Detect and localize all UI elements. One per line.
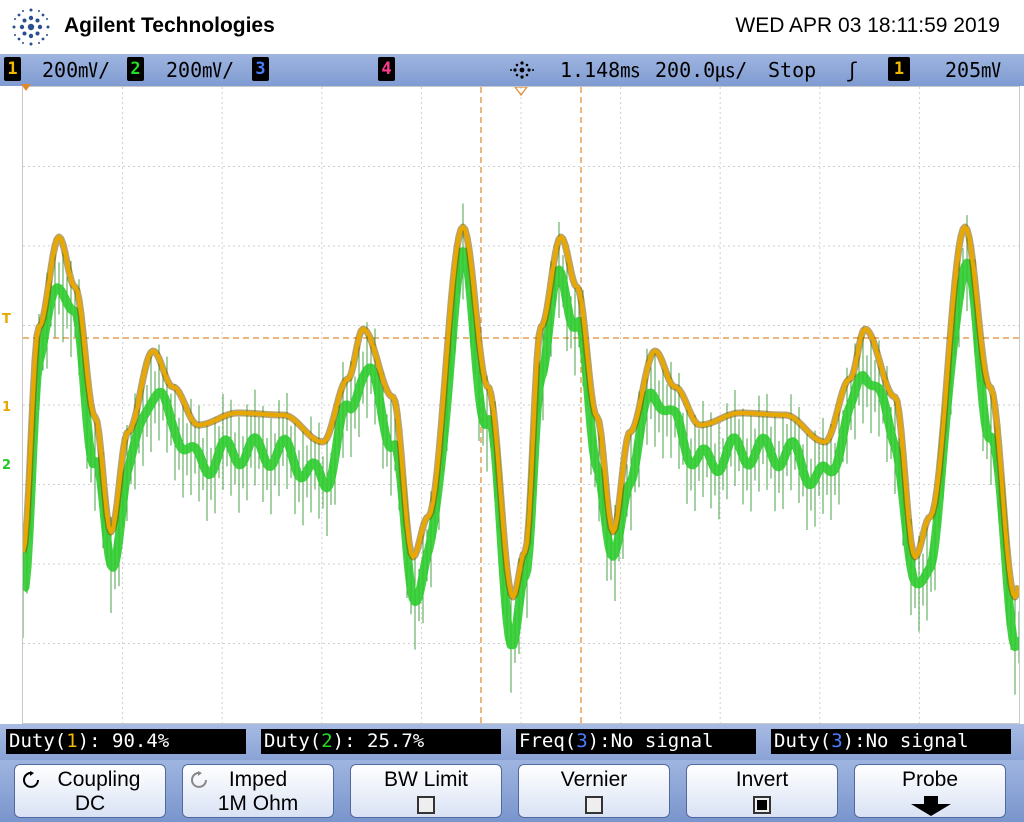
trigger-level-value: 205 [945,58,982,82]
header-bar: Agilent Technologies WED APR 03 18:11:59… [0,0,1024,54]
softkey-bar: Coupling DC Imped 1M Ohm BW Limit Vernie… [0,760,1024,822]
measurement-4[interactable]: Duty(3):No signal [771,729,1011,754]
status-bar: 1 200㎷/ 2 200㎷/ 3 4 1.148㎳ 200.0㎲/ Stop … [0,54,1024,86]
timebase-unit: ㎲/ [715,58,748,82]
date-time: WED APR 03 18:11:59 2019 [735,14,1000,37]
bw-limit-label: BW Limit [384,768,468,791]
trigger-level-marker[interactable]: T [2,312,11,327]
down-arrow-icon [911,796,951,816]
meas-name: Freq [519,730,565,752]
imped-value: 1M Ohm [217,792,299,815]
meas-channel: 2 [321,730,333,752]
ch4-number: 4 [378,57,395,81]
waveform-display[interactable] [22,86,1020,724]
measurement-2[interactable]: Duty(2): 25.7% [261,729,501,754]
bw-limit-softkey[interactable]: BW Limit [350,764,502,818]
trigger-position-icon [510,61,534,79]
delay-unit: ㎳ [620,58,641,82]
bw-limit-checkbox[interactable] [417,796,435,814]
ch2-scale-value: 200 [166,58,203,82]
ch2-trace [23,247,1019,652]
invert-softkey[interactable]: Invert [686,764,838,818]
meas-value: 90.4% [112,730,170,752]
vernier-label: Vernier [560,768,628,791]
vernier-checkbox[interactable] [585,796,603,814]
meas-name: Duty [264,730,310,752]
imped-softkey[interactable]: Imped 1M Ohm [182,764,334,818]
meas-channel: 1 [66,730,78,752]
ch2-badge[interactable]: 2 [127,57,144,83]
trigger-source-badge[interactable]: 1 [888,57,910,83]
meas-value: No signal [865,730,969,752]
waveform-svg [23,87,1019,723]
meas-name: Duty [774,730,820,752]
probe-softkey[interactable]: Probe [854,764,1006,818]
timebase-readout[interactable]: 200.0㎲/ [655,57,747,83]
measurement-3[interactable]: Freq(3):No signal [516,729,756,754]
coupling-value: DC [74,792,106,815]
meas-sep: ): [77,730,112,752]
meas-sep: ): [332,730,367,752]
meas-value: No signal [610,730,714,752]
agilent-spark-icon [12,8,50,46]
meas-value: 25.7% [367,730,425,752]
ch1-ground-marker[interactable]: 1 [2,400,11,415]
trigger-source-number: 1 [888,57,910,81]
trigger-level-unit: ㎷ [981,58,1002,82]
invert-checkbox[interactable] [753,796,771,814]
ch1-scale[interactable]: 200㎷/ [42,57,110,83]
ch3-badge[interactable]: 3 [252,57,269,83]
probe-label: Probe [901,768,959,791]
ch1-number: 1 [4,57,21,81]
ch2-scale-unit: ㎷/ [202,58,235,82]
ch2-ground-marker[interactable]: 2 [2,458,11,473]
screen-start-marker [21,84,31,91]
ch1-scale-value: 200 [42,58,79,82]
meas-name: Duty [9,730,55,752]
trigger-level[interactable]: 205㎷ [945,57,1001,83]
ch4-badge[interactable]: 4 [378,57,395,83]
brand-name: Agilent Technologies [64,14,275,37]
ch3-number: 3 [252,57,269,81]
meas-sep: ): [587,730,611,752]
ch1-scale-unit: ㎷/ [78,58,111,82]
vernier-softkey[interactable]: Vernier [518,764,670,818]
delay-readout[interactable]: 1.148㎳ [560,57,640,83]
delay-value: 1.148 [560,58,621,82]
ch1-badge[interactable]: 1 [4,57,21,83]
measurement-bar: Duty(1): 90.4% Duty(2): 25.7% Freq(3):No… [0,724,1024,760]
meas-sep: ): [842,730,866,752]
meas-channel: 3 [576,730,588,752]
coupling-label: Coupling [57,768,141,791]
ch2-scale[interactable]: 200㎷/ [166,57,234,83]
meas-channel: 3 [831,730,843,752]
imped-label: Imped [228,768,288,791]
coupling-softkey[interactable]: Coupling DC [14,764,166,818]
timebase-value: 200.0 [655,58,716,82]
invert-label: Invert [735,768,789,791]
trigger-slope-icon: ʃ [846,58,859,82]
run-state[interactable]: Stop [768,57,816,83]
measurement-1[interactable]: Duty(1): 90.4% [6,729,246,754]
ch2-number: 2 [127,57,144,81]
